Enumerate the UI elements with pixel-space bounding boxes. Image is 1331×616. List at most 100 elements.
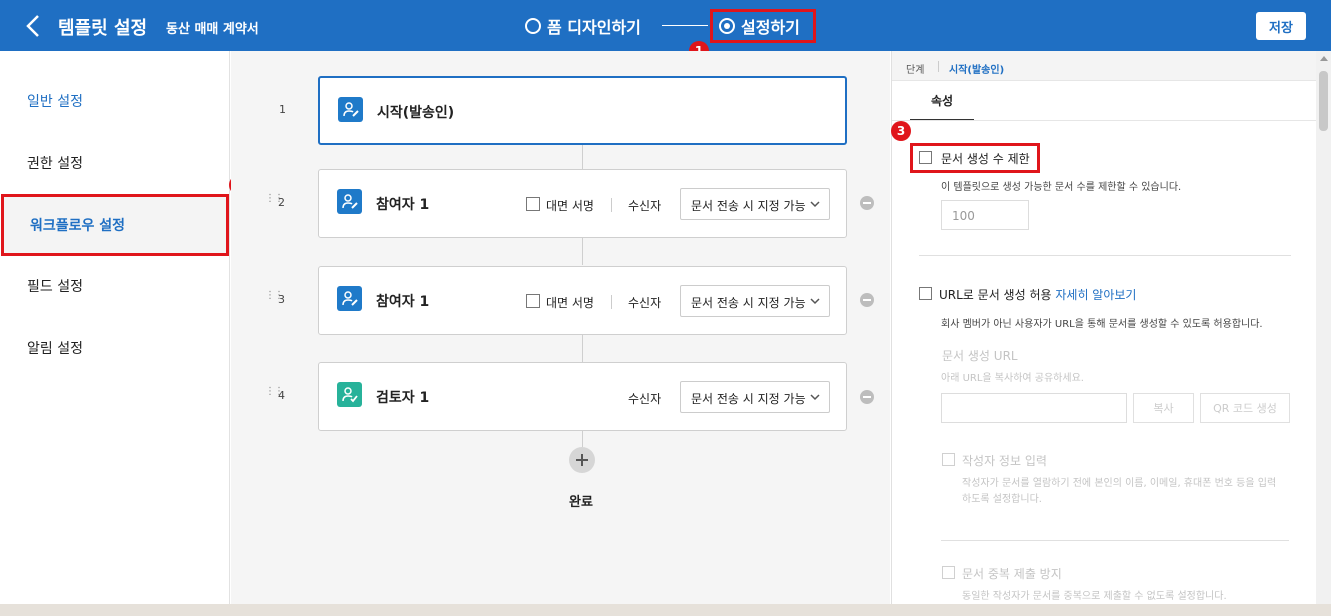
limit-count-input[interactable]: 100 [941,200,1029,230]
document-name: 동산 매매 계약서 [166,22,259,37]
sidebar-item-permissions[interactable]: 권한 설정 [0,133,229,193]
url-creation-label: URL로 문서 생성 허용 자세히 알아보기 [939,286,1136,303]
breadcrumb-current: 시작(발송인) [949,65,1005,76]
save-button[interactable]: 저장 [1256,12,1306,40]
add-step-button[interactable] [569,447,595,473]
prevent-duplicate-desc: 동일한 작성자가 문서를 중복으로 제출할 수 없도록 설정합니다. [962,591,1227,602]
limit-docs-checkbox[interactable] [919,151,932,164]
step-title: 검토자 1 [376,390,430,406]
divider [611,198,612,212]
limit-docs-label: 문서 생성 수 제한 [941,152,1030,166]
url-creation-checkbox[interactable] [919,287,932,300]
qr-generate-button[interactable]: QR 코드 생성 [1200,393,1290,423]
drag-handle-icon[interactable]: ⋮⋮ [265,291,284,306]
workflow-step-start[interactable]: 시작(발송인) [318,76,847,145]
prevent-duplicate-checkbox[interactable] [942,566,955,579]
step-number: 3 [278,293,285,306]
url-input[interactable] [941,393,1127,423]
user-check-icon [337,382,362,407]
step-title: 시작(발송인) [377,105,455,121]
scroll-up-icon[interactable] [1320,56,1328,61]
section-divider [941,540,1289,541]
receiver-select[interactable]: 문서 전송 시 지정 가능 [680,188,830,220]
scrollbar-thumb[interactable] [1319,71,1328,131]
receiver-label: 수신자 [628,392,662,406]
step-number: 2 [278,196,285,209]
annotation-badge-3: 3 [891,121,911,141]
user-edit-icon [337,189,362,214]
sidebar-item-notifications[interactable]: 알림 설정 [0,318,229,378]
radio-selected-icon [719,18,735,34]
receiver-select-value: 문서 전송 시 지정 가능 [691,199,806,213]
url-creation-desc: 회사 멤버가 아닌 사용자가 URL을 통해 문서를 생성할 수 있도록 허용합… [941,319,1263,330]
connector-line [582,431,583,447]
chevron-down-icon [810,298,820,305]
drag-handle-icon[interactable]: ⋮⋮ [265,194,284,209]
chevron-down-icon [810,394,820,401]
remove-step-button[interactable] [860,196,874,210]
author-info-desc-2: 하도록 설정합니다. [962,494,1042,505]
face-to-face-label: 대면 서명 [546,296,594,310]
workflow-step-reviewer[interactable]: 검토자 1 수신자 문서 전송 시 지정 가능 [318,362,847,431]
sidebar-item-general[interactable]: 일반 설정 [0,71,229,131]
panel-breadcrumb: 단계 시작(발송인) [892,51,1317,81]
receiver-select-value: 문서 전송 시 지정 가능 [691,392,806,406]
sidebar-item-fields[interactable]: 필드 설정 [0,256,229,316]
section-divider [919,255,1291,256]
step-settings[interactable]: 설정하기 [710,9,816,43]
step-number: 1 [279,103,286,116]
face-to-face-checkbox[interactable] [526,197,540,211]
page-title: 템플릿 설정 [58,18,148,39]
divider [611,295,612,309]
workflow-end-label: 완료 [569,495,593,510]
step-form-design[interactable]: 폼 디자인하기 [525,14,641,38]
user-edit-icon [337,286,362,311]
user-edit-icon [338,97,363,122]
chevron-down-icon [810,201,820,208]
back-icon[interactable] [22,12,46,40]
step-title: 참여자 1 [376,197,430,213]
author-info-checkbox[interactable] [942,453,955,466]
radio-empty-icon [525,18,541,34]
properties-panel: 단계 시작(발송인) 속성 문서 생성 수 제한 이 템플릿으로 생성 가능한 … [891,51,1317,604]
sidebar-item-workflow[interactable]: 워크플로우 설정 [1,194,229,256]
author-info-label: 작성자 정보 입력 [962,454,1047,468]
face-to-face-label: 대면 서명 [546,199,594,213]
prevent-duplicate-label: 문서 중복 제출 방지 [962,567,1062,581]
remove-step-button[interactable] [860,390,874,404]
top-header: 템플릿 설정 동산 매매 계약서 폼 디자인하기 설정하기 저장 [0,0,1331,51]
connector-line [582,335,583,362]
workflow-canvas: 1 시작(발송인) ⋮⋮ 2 참여자 1 대면 서명 수신자 문서 전송 시 지… [231,51,890,604]
receiver-select[interactable]: 문서 전송 시 지정 가능 [680,285,830,317]
tab-divider [892,120,1317,121]
step-form-design-label: 폼 디자인하기 [547,18,641,37]
learn-more-link[interactable]: 자세히 알아보기 [1055,288,1136,302]
panel-scrollbar[interactable] [1316,51,1331,604]
receiver-label: 수신자 [628,296,662,310]
divider [938,61,939,72]
face-to-face-checkbox[interactable] [526,294,540,308]
step-connector [662,25,708,26]
step-number: 4 [278,389,285,402]
plus-icon [576,454,588,466]
copy-button[interactable]: 복사 [1133,393,1194,423]
settings-sidebar: 일반 설정 권한 설정 워크플로우 설정 필드 설정 알림 설정 [0,51,230,604]
connector-line [582,238,583,265]
workflow-step-participant[interactable]: 참여자 1 대면 서명 수신자 문서 전송 시 지정 가능 [318,169,847,238]
workflow-step-participant[interactable]: 참여자 1 대면 서명 수신자 문서 전송 시 지정 가능 [318,266,847,335]
limit-docs-desc: 이 템플릿으로 생성 가능한 문서 수를 제한할 수 있습니다. [941,182,1182,193]
breadcrumb-step: 단계 [906,65,925,76]
url-field-title: 문서 생성 URL [942,349,1018,363]
step-title: 참여자 1 [376,294,430,310]
receiver-label: 수신자 [628,199,662,213]
step-settings-label: 설정하기 [741,18,800,37]
tab-properties[interactable]: 속성 [910,81,974,121]
bottom-strip [0,604,1331,616]
author-info-desc-1: 작성자가 문서를 열람하기 전에 본인의 이름, 이메일, 휴대폰 번호 등을 … [962,478,1277,489]
connector-line [582,144,583,169]
receiver-select[interactable]: 문서 전송 시 지정 가능 [680,381,830,413]
remove-step-button[interactable] [860,293,874,307]
drag-handle-icon[interactable]: ⋮⋮ [265,387,284,402]
receiver-select-value: 문서 전송 시 지정 가능 [691,296,806,310]
url-creation-text: URL로 문서 생성 허용 [939,288,1052,302]
